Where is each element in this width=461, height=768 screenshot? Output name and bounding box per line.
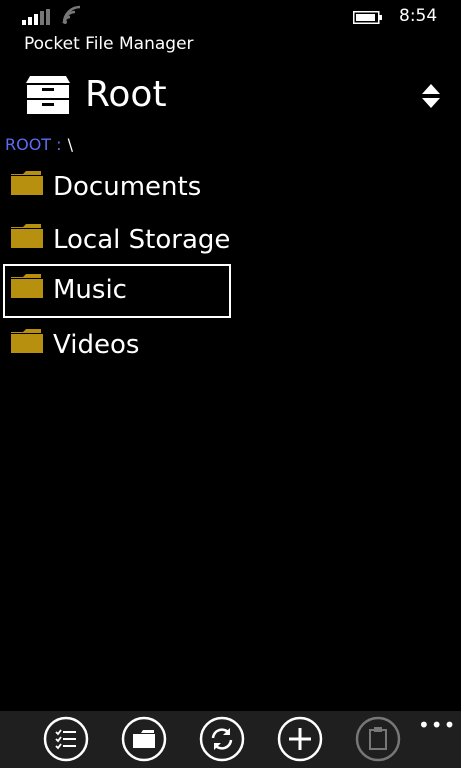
folder-icon xyxy=(121,716,167,762)
folder-name: Local Storage xyxy=(53,225,231,255)
folder-button[interactable] xyxy=(121,716,167,762)
refresh-icon xyxy=(199,716,245,762)
wifi-icon xyxy=(62,5,81,24)
breadcrumb-root-label[interactable]: ROOT : xyxy=(5,135,62,154)
app-bar: ••• xyxy=(0,711,461,768)
folder-icon xyxy=(11,224,43,248)
sort-up-down-icon[interactable] xyxy=(421,83,441,109)
select-list-button[interactable] xyxy=(43,716,89,762)
battery-icon xyxy=(353,11,382,24)
folder-item-videos[interactable]: Videos xyxy=(3,319,231,373)
more-options-button[interactable]: ••• xyxy=(418,715,456,735)
file-cabinet-icon xyxy=(26,76,70,114)
clock: 8:54 xyxy=(399,6,438,26)
folder-name: Videos xyxy=(53,330,140,360)
folder-item-music[interactable]: Music xyxy=(3,264,231,318)
folder-icon xyxy=(11,171,43,195)
page-title: Root xyxy=(85,74,167,115)
checklist-icon xyxy=(43,716,89,762)
paste-button[interactable] xyxy=(355,716,401,762)
add-button[interactable] xyxy=(277,716,323,762)
folder-item-local-storage[interactable]: Local Storage xyxy=(3,214,231,268)
breadcrumb: ROOT : \ xyxy=(5,135,73,154)
breadcrumb-path: \ xyxy=(67,135,73,154)
folder-item-documents[interactable]: Documents xyxy=(3,161,231,215)
status-bar: 8:54 xyxy=(0,0,461,32)
app-title: Pocket File Manager xyxy=(24,34,194,54)
signal-bars-icon xyxy=(22,9,50,25)
refresh-button[interactable] xyxy=(199,716,245,762)
folder-name: Documents xyxy=(53,172,202,202)
folder-icon xyxy=(11,274,43,298)
clipboard-icon xyxy=(355,716,401,762)
plus-icon xyxy=(277,716,323,762)
folder-icon xyxy=(11,329,43,353)
folder-name: Music xyxy=(53,275,127,305)
